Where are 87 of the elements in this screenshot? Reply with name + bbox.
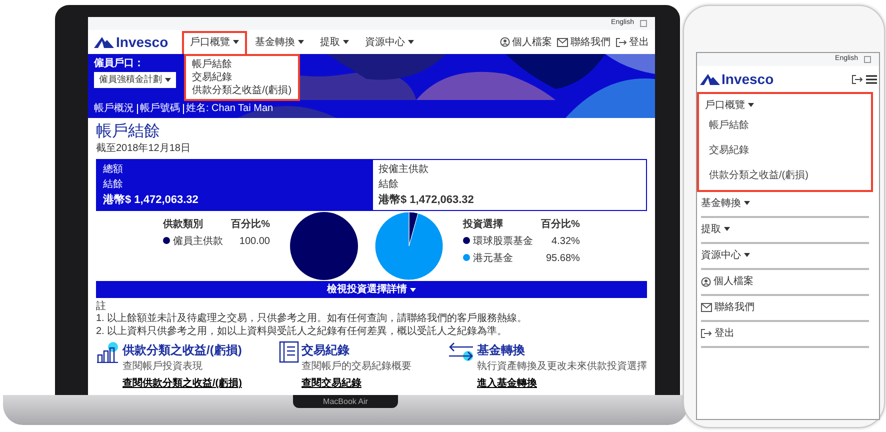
nav-menu-item[interactable]: 資源中心	[359, 32, 420, 52]
nav-menu-item[interactable]: 戶口概覽	[184, 32, 246, 52]
page-title: 帳戶結餘	[96, 122, 161, 142]
tab-title: 按僱主供款	[378, 162, 430, 177]
person-icon[interactable]	[500, 37, 510, 47]
pie-slice	[290, 212, 358, 280]
laptop-label: MacBook Air	[293, 395, 398, 408]
logo-text: Invesco	[722, 70, 774, 88]
breadcrumb-item: 姓名: Chan Tai Man	[186, 102, 274, 116]
legend-header: 百分比%	[540, 218, 581, 232]
feature-description: 查閱帳戶的交易紀錄概要	[301, 360, 412, 374]
legend-value: 4.32%	[550, 235, 581, 250]
summary-tab[interactable]: 按僱主供款 結餘 港幣$ 1,472,063.32	[372, 158, 647, 212]
legend-label: 環球股票基金	[473, 236, 533, 248]
mountain-logo-icon	[700, 73, 720, 85]
transfer-arrows-icon	[448, 340, 474, 363]
caret-icon	[724, 227, 730, 232]
document-icon	[278, 340, 299, 363]
caret-icon	[748, 103, 754, 108]
balance-amount: 港幣$ 1,472,063.32	[378, 192, 475, 208]
mobile-menu-item[interactable]: 戶口概覽	[705, 98, 865, 113]
account-label: 僱員戶口：	[94, 56, 144, 71]
mail-icon[interactable]	[701, 303, 712, 312]
logout-icon[interactable]	[701, 329, 712, 338]
feature-link[interactable]: 查閱交易紀錄	[301, 376, 362, 392]
user-link[interactable]: 聯絡我們	[570, 34, 610, 50]
breadcrumb-item[interactable]: 帳戶概況	[94, 101, 134, 116]
dropdown-item[interactable]: 帳戶結餘	[190, 58, 294, 70]
details-button[interactable]: 檢視投資選擇詳情	[96, 281, 647, 298]
notes-heading: 註	[96, 300, 107, 314]
feature-title: 交易紀錄	[301, 342, 350, 359]
as-of-date: 截至2018年12月18日	[96, 142, 192, 156]
legend-header: 投資選擇	[462, 218, 504, 232]
legend-label: 港元基金	[473, 253, 513, 264]
mobile-menu-link[interactable]: 個人檔案	[714, 274, 754, 289]
person-icon[interactable]	[701, 276, 711, 286]
feature-description: 執行資產轉換及更改未來供款投資選擇	[476, 360, 647, 374]
grid-icon[interactable]	[640, 20, 647, 27]
mobile-menu-link[interactable]: 登出	[714, 326, 734, 341]
legend-header: 供款類別	[162, 218, 204, 232]
mobile-menu-item[interactable]: 資源中心	[701, 248, 869, 263]
mobile-submenu-item[interactable]: 交易紀錄	[705, 138, 865, 163]
legend-value: 100.00	[238, 235, 271, 250]
summary-tab[interactable]: 總額 結餘 港幣$ 1,472,063.32	[96, 158, 372, 212]
caret-icon	[298, 40, 304, 44]
user-link[interactable]: 個人檔案	[512, 34, 552, 50]
nav-menu-item[interactable]: 提取	[314, 32, 356, 52]
mountain-logo-icon	[94, 36, 114, 48]
account-select[interactable]: 僱員強積金計劃	[94, 72, 176, 88]
legend-value: 95.68%	[544, 252, 581, 266]
balance-label: 結餘	[103, 178, 124, 192]
feature-title: 基金轉換	[476, 342, 526, 359]
dropdown-item[interactable]: 交易紀錄	[190, 70, 294, 84]
caret-icon	[744, 253, 750, 258]
feature-link[interactable]: 查閱供款分類之收益/(虧損)	[122, 376, 242, 392]
caret-icon	[233, 40, 240, 44]
mail-icon[interactable]	[557, 38, 568, 46]
user-link[interactable]: 登出	[629, 34, 649, 50]
caret-icon	[408, 40, 414, 44]
note-text: 2. 以上資料只供參考之用，如以上資料與受託人之紀錄有任何差異，概以受託人之紀錄為準。	[96, 326, 508, 338]
note-text: 1. 以上餘額並未計及待處理之交易，只供參考之用。如有任何查詢，請聯絡我們的客戶服務熱線。	[96, 313, 528, 326]
feature-link[interactable]: 進入基金轉換	[476, 376, 537, 392]
logout-icon[interactable]	[852, 74, 863, 84]
breadcrumb-item: 帳戶號碼	[140, 102, 180, 116]
legend-header: 百分比%	[230, 218, 271, 232]
feature-title: 供款分類之收益/(虧損)	[122, 342, 242, 359]
mobile-submenu-item[interactable]: 供款分類之收益/(虧損)	[705, 163, 865, 188]
caret-icon	[165, 78, 171, 82]
balance-amount: 港幣$ 1,472,063.32	[103, 192, 200, 208]
caret-icon	[343, 40, 350, 44]
mobile-menu-item[interactable]: 基金轉換	[701, 196, 869, 211]
feature-description: 查閱帳戶投資表現	[122, 360, 204, 374]
mobile-menu-link[interactable]: 聯絡我們	[714, 300, 754, 315]
bar-chart-icon	[96, 340, 120, 363]
menu-icon[interactable]	[866, 74, 876, 84]
caret-icon	[744, 201, 750, 206]
legend-label: 僱員主供款	[173, 236, 224, 248]
tab-title: 總額	[103, 162, 124, 177]
logout-icon[interactable]	[616, 38, 626, 46]
grid-icon[interactable]	[864, 56, 871, 63]
logo-text: Invesco	[116, 32, 168, 52]
mobile-menu-item[interactable]: 提取	[701, 222, 869, 237]
caret-icon	[410, 288, 416, 292]
dropdown-item[interactable]: 供款分類之收益/(虧損)	[190, 84, 294, 96]
nav-menu-item[interactable]: 基金轉換	[249, 32, 310, 52]
mobile-submenu-item[interactable]: 帳戶結餘	[705, 113, 865, 138]
balance-label: 結餘	[378, 178, 400, 192]
